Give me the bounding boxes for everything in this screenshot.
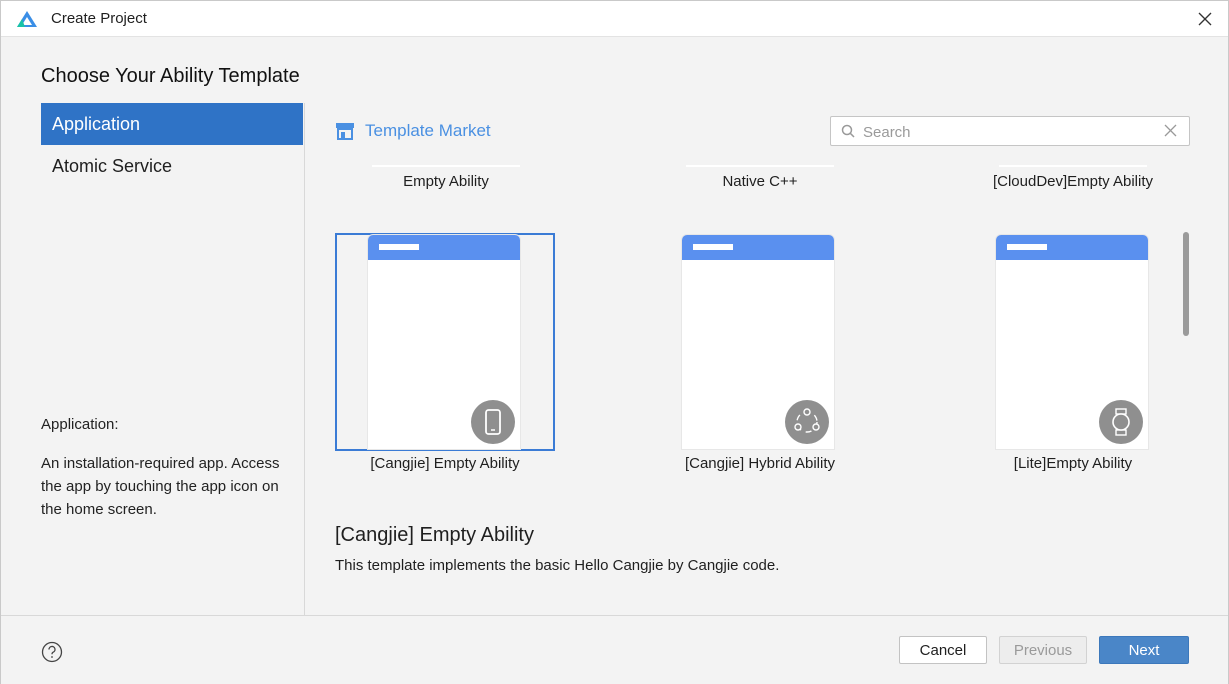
description-text: An installation-required app. Access the… — [41, 455, 280, 518]
template-market-label: Template Market — [365, 121, 491, 140]
preview-header — [996, 235, 1148, 260]
cancel-button[interactable]: Cancel — [899, 636, 987, 664]
search-box[interactable] — [830, 116, 1190, 146]
preview-header — [682, 235, 834, 260]
template-label: Empty Ability — [403, 173, 489, 190]
search-icon — [841, 124, 855, 138]
dialog-footer: Cancel Previous Next — [1, 615, 1228, 684]
card-edge — [372, 165, 520, 167]
sidebar-item-application[interactable]: Application — [41, 103, 303, 145]
search-input[interactable] — [861, 121, 1155, 143]
next-button[interactable]: Next — [1099, 636, 1189, 664]
window-title: Create Project — [51, 10, 147, 27]
create-project-dialog: Create Project Choose Your Ability Templ… — [0, 0, 1229, 684]
vertical-divider — [304, 103, 305, 615]
template-label: Native C++ — [722, 173, 798, 190]
phone-icon — [471, 400, 515, 444]
card-edge — [999, 165, 1147, 167]
clear-icon[interactable] — [1164, 124, 1177, 137]
sidebar: Application Atomic Service Application: … — [41, 103, 303, 615]
hybrid-icon — [785, 400, 829, 444]
template-card-label: [Cangjie] Empty Ability — [370, 455, 520, 472]
template-detail-title: [Cangjie] Empty Ability — [335, 524, 534, 546]
previous-button[interactable]: Previous — [999, 636, 1087, 664]
template-clouddev-empty-ability[interactable]: [CloudDev]Empty Ability — [973, 165, 1173, 190]
card-edge — [686, 165, 834, 167]
template-market-link[interactable]: Template Market — [335, 120, 491, 142]
page-heading: Choose Your Ability Template — [41, 65, 300, 87]
preview-header — [368, 235, 520, 260]
template-card-label: [Lite]Empty Ability — [1013, 455, 1133, 472]
help-icon[interactable] — [41, 641, 63, 663]
title-bar: Create Project — [1, 1, 1228, 37]
template-empty-ability[interactable]: Empty Ability — [370, 165, 522, 190]
close-icon — [1198, 12, 1212, 26]
app-logo-icon — [17, 11, 37, 27]
sidebar-item-atomic-service[interactable]: Atomic Service — [41, 145, 303, 187]
vertical-scrollbar[interactable] — [1183, 232, 1189, 336]
store-icon — [336, 123, 354, 140]
close-button[interactable] — [1192, 6, 1218, 32]
template-native-cpp[interactable]: Native C++ — [684, 165, 836, 190]
template-label: [CloudDev]Empty Ability — [992, 173, 1154, 190]
description-title: Application: — [41, 416, 119, 433]
template-card-label: [Cangjie] Hybrid Ability — [684, 455, 836, 472]
template-detail-description: This template implements the basic Hello… — [335, 557, 780, 574]
watch-icon — [1099, 400, 1143, 444]
